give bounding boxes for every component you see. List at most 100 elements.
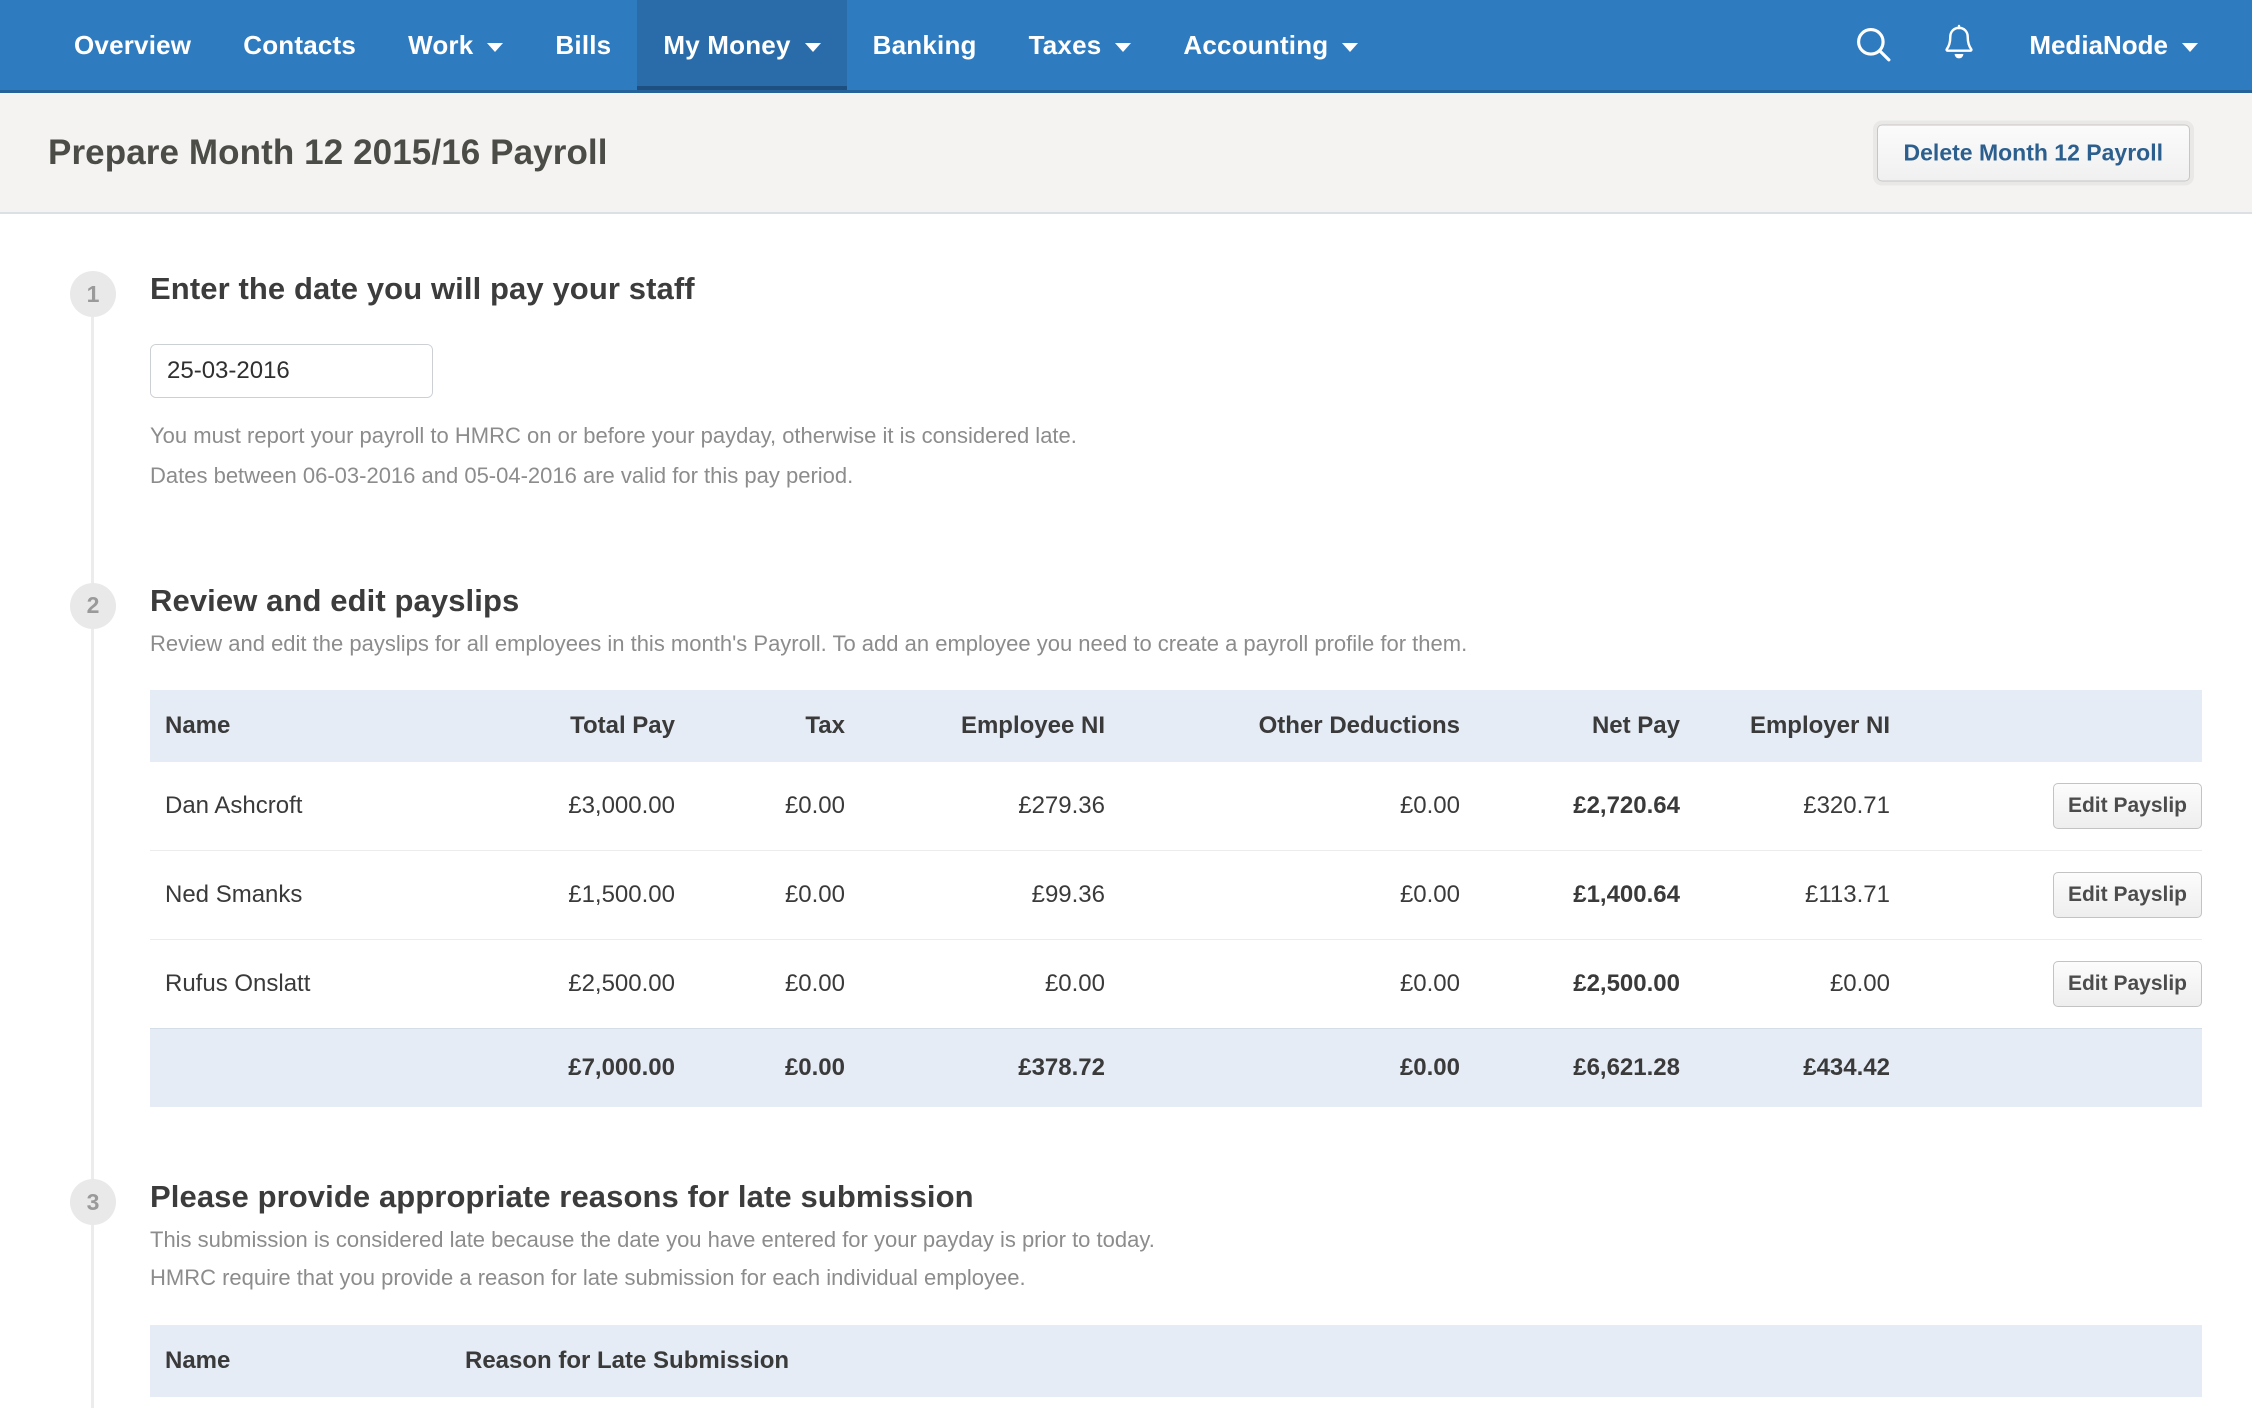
chevron-down-icon [487, 42, 504, 52]
step-3-marker: 3 [70, 1179, 116, 1226]
nav-item-work[interactable]: Work [382, 0, 529, 90]
table-header-row: Name Total Pay Tax Employee NI Other Ded… [150, 690, 2202, 763]
nav-item-my-money[interactable]: My Money [637, 0, 847, 90]
nav-item-label: My Money [663, 29, 791, 60]
user-menu[interactable]: MediaNode [2001, 30, 2208, 61]
payday-hint-line-1: You must report your payroll to HMRC on … [150, 423, 1077, 448]
nav-item-label: Banking [872, 29, 977, 60]
cell-employer-ni: £113.71 [1680, 850, 1890, 940]
cell-tax: £0.00 [784, 792, 845, 820]
cell-name: Rufus Onslatt [150, 939, 465, 1029]
table-totals-row: £7,000.00 £0.00 £378.72 £0.00 £6,621.28 … [150, 1028, 2202, 1108]
nav-item-overview[interactable]: Overview [48, 0, 217, 90]
step-1-marker: 1 [70, 271, 116, 317]
notifications-button[interactable] [1917, 24, 2001, 66]
edit-payslip-button[interactable]: Edit Payslip [2052, 783, 2202, 830]
nav-item-accounting[interactable]: Accounting [1157, 0, 1384, 90]
nav-item-label: Contacts [243, 29, 357, 60]
payday-date-group [150, 344, 433, 398]
cell-other-deductions: £0.00 [1105, 939, 1460, 1029]
table-row: Dan Ashcroft £3,000.00 £0.00 £279.36 £0.… [150, 762, 2202, 851]
payslips-table-header: Name Total Pay Tax Employee NI Other Ded… [150, 690, 2202, 763]
nav-item-label: Bills [555, 29, 612, 60]
column-header-name: Name [150, 690, 465, 763]
search-icon [1857, 28, 1891, 62]
cell-net-pay: £1,400.64 [1460, 850, 1680, 940]
step-3-title: Please provide appropriate reasons for l… [150, 1179, 974, 1215]
table-row: Ned Smanks £1,500.00 £0.00 £99.36 £0.00 … [150, 850, 2202, 940]
step-2-marker: 2 [70, 582, 116, 629]
payday-hint-line-2: Dates between 06-03-2016 and 05-04-2016 … [150, 462, 854, 488]
search-button[interactable] [1831, 24, 1917, 66]
table-header-row: Name Reason for Late Submission [150, 1324, 2202, 1397]
column-header-employee-ni: Employee NI [845, 690, 1105, 763]
cell-employer-ni: £0.00 [1680, 939, 1890, 1029]
step-number-badge: 1 [70, 271, 116, 317]
cell-tax: £0.00 [675, 939, 845, 1029]
cell-total-net-pay: £6,621.28 [1460, 1028, 1680, 1108]
cell-total-pay: £3,000.00 [568, 792, 675, 820]
payday-date-input[interactable] [151, 345, 432, 397]
cell-net-pay: £2,500.00 [1460, 939, 1680, 1029]
cell-total-employer-ni: £434.42 [1680, 1028, 1890, 1108]
late-reasons-table: Name Reason for Late Submission [150, 1324, 2202, 1397]
step-1-section: 1 Enter the date you will pay your staff [0, 214, 2252, 492]
cell-total-employee-ni: £378.72 [845, 1028, 1105, 1108]
nav-item-label: Work [408, 29, 474, 60]
cell-other-deductions: £0.00 [1399, 792, 1460, 820]
column-header-name: Name [150, 1324, 465, 1397]
cell-other-deductions: £0.00 [1105, 850, 1460, 940]
cell-employee-ni: £279.36 [1018, 792, 1105, 820]
cell-name: Dan Ashcroft [165, 792, 303, 820]
cell-actions: Edit Payslip [1890, 762, 2202, 851]
cell-employee-ni: £0.00 [845, 939, 1105, 1029]
column-header-other-deductions: Other Deductions [1105, 690, 1460, 763]
chevron-down-icon [804, 42, 821, 52]
page-body: 1 Enter the date you will pay your staff [0, 214, 2252, 1408]
cell-total-tax: £0.00 [675, 1028, 845, 1108]
delete-payroll-button[interactable]: Delete Month 12 Payroll [1876, 124, 2190, 181]
nav-primary-items: Overview Contacts Work Bills My Money Ba… [0, 0, 1384, 90]
cell-tax: £0.00 [675, 850, 845, 940]
cell-total-other-deductions: £0.00 [1105, 1028, 1460, 1108]
column-header-total-pay: Total Pay [465, 690, 675, 763]
cell-total-pay: £2,500.00 [465, 939, 675, 1029]
page-header-bar: Prepare Month 12 2015/16 Payroll Delete … [0, 93, 2252, 214]
cell-actions: Edit Payslip [1890, 850, 2202, 940]
user-menu-label: MediaNode [2029, 29, 2168, 60]
nav-item-taxes[interactable]: Taxes [1003, 0, 1158, 90]
nav-item-label: Taxes [1028, 29, 1102, 60]
cell-total-total-pay: £7,000.00 [465, 1028, 675, 1108]
edit-payslip-button[interactable]: Edit Payslip [2052, 872, 2202, 919]
step-2-title: Review and edit payslips [150, 582, 520, 618]
step-1-title: Enter the date you will pay your staff [150, 271, 695, 306]
nav-item-contacts[interactable]: Contacts [217, 0, 382, 90]
late-reasons-table-header: Name Reason for Late Submission [150, 1324, 2202, 1397]
nav-item-banking[interactable]: Banking [847, 0, 1003, 90]
table-row: Rufus Onslatt £2,500.00 £0.00 £0.00 £0.0… [150, 939, 2202, 1029]
step-3-subtitle-line-1: This submission is considered late becau… [150, 1227, 1155, 1253]
top-navigation-bar: Overview Contacts Work Bills My Money Ba… [0, 0, 2252, 93]
nav-item-label: Overview [74, 29, 192, 60]
chevron-down-icon [2182, 42, 2198, 52]
payslips-table-body: Dan Ashcroft £3,000.00 £0.00 £279.36 £0.… [150, 762, 2202, 1108]
cell-net-pay: £2,720.64 [1573, 792, 1680, 820]
cell-actions: Edit Payslip [1890, 939, 2202, 1029]
column-header-employer-ni: Employer NI [1680, 690, 1890, 763]
step-number-badge: 2 [70, 582, 116, 629]
chevron-down-icon [1342, 42, 1359, 52]
cell-name: Ned Smanks [150, 850, 465, 940]
edit-payslip-button[interactable]: Edit Payslip [2052, 961, 2202, 1008]
bell-icon [1945, 24, 1973, 59]
column-header-actions [1890, 690, 2202, 763]
cell-total-actions [1890, 1028, 2202, 1108]
payslips-table: Name Total Pay Tax Employee NI Other Ded… [150, 690, 2202, 1108]
nav-item-bills[interactable]: Bills [529, 0, 637, 90]
nav-item-label: Accounting [1183, 29, 1329, 60]
payday-date-row [150, 344, 2252, 398]
column-header-reason: Reason for Late Submission [465, 1324, 2202, 1397]
column-header-tax: Tax [675, 690, 845, 763]
cell-total-label [150, 1028, 465, 1108]
cell-total-pay: £1,500.00 [465, 850, 675, 940]
cell-employee-ni: £99.36 [845, 850, 1105, 940]
